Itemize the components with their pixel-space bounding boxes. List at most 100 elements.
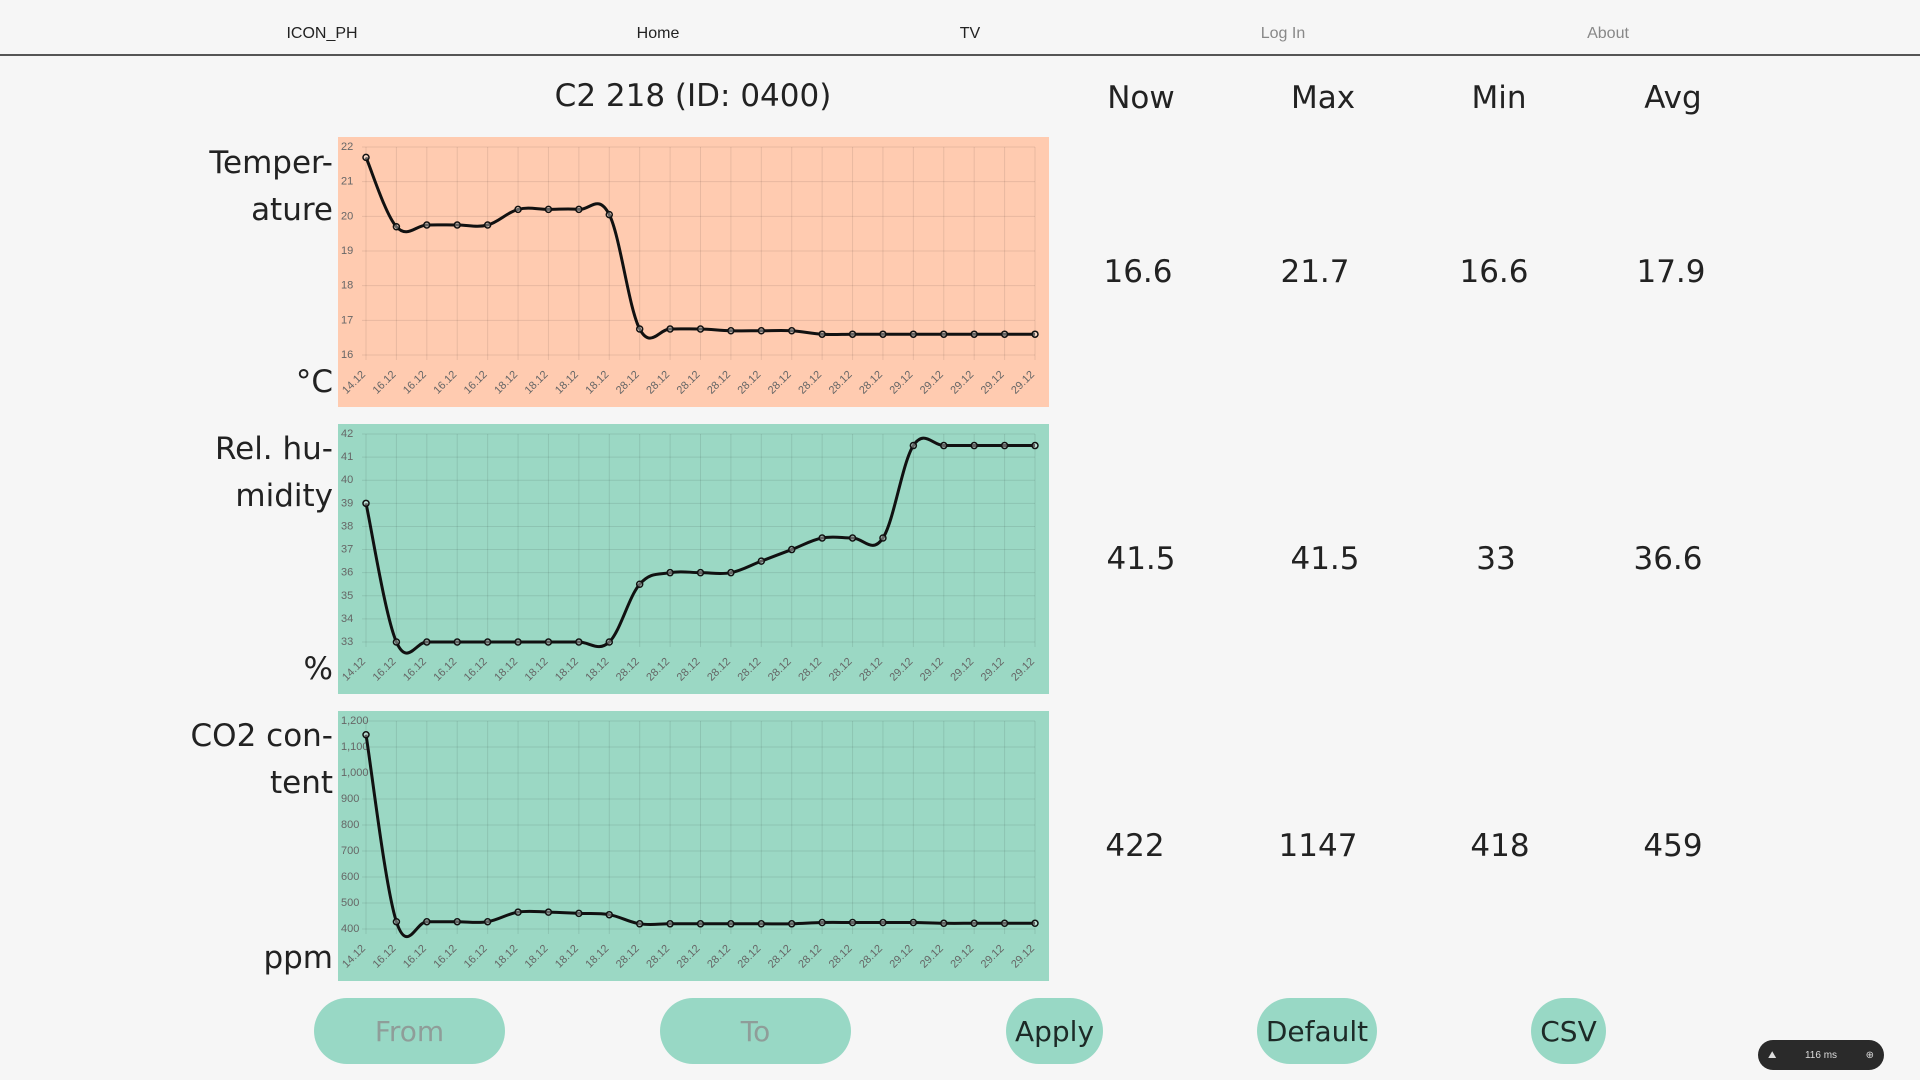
- co2-data-point: [514, 908, 522, 916]
- humidity-data-point: [696, 568, 705, 577]
- csv-button[interactable]: CSV: [1531, 998, 1606, 1064]
- temperature-data-point: [909, 330, 918, 338]
- temperature-data-point: [635, 325, 644, 333]
- humidity-data-point: [727, 568, 735, 577]
- default-button[interactable]: Default: [1257, 998, 1377, 1064]
- humidity-data-point: [423, 638, 431, 646]
- temperature-ytick-label: 21: [341, 176, 353, 188]
- humidity-data-point: [1000, 441, 1009, 450]
- humidity-ytick-label: 40: [341, 474, 353, 486]
- humidity-ytick-label: 35: [341, 590, 353, 602]
- co2-data-point: [879, 918, 887, 927]
- humidity-data-point: [940, 441, 948, 450]
- co2-ytick-label: 700: [341, 845, 359, 857]
- co2-data-point: [848, 918, 857, 927]
- nav-brand[interactable]: ICON_PH: [286, 25, 357, 43]
- temperature-data-point: [362, 153, 370, 162]
- humidity-ytick-label: 39: [341, 497, 353, 509]
- co2-data-point: [423, 917, 431, 926]
- top-nav: ICON_PH Home TV Log In About: [0, 0, 1920, 56]
- from-button[interactable]: From: [314, 998, 505, 1064]
- page-title: C2 218 (ID: 0400): [554, 78, 832, 114]
- temperature-data-point: [879, 330, 887, 338]
- temperature-data-point: [544, 205, 553, 214]
- col-min: Min: [1471, 80, 1527, 116]
- temperature-unit: °C: [295, 364, 333, 400]
- temperature-data-point: [575, 205, 583, 214]
- temperature-plot-bg: [338, 137, 1049, 407]
- humidity-plot-bg: [338, 424, 1049, 694]
- to-button[interactable]: To: [660, 998, 851, 1064]
- nav-tv[interactable]: TV: [960, 25, 980, 43]
- perf-readout: 116 ms: [1804, 1049, 1838, 1061]
- co2-max: 1147: [1278, 828, 1358, 864]
- temperature-data-point: [605, 210, 614, 219]
- temperature-data-point: [940, 330, 948, 338]
- temperature-data-point: [1000, 330, 1009, 338]
- co2-unit: ppm: [263, 940, 333, 976]
- temperature-data-point: [970, 330, 978, 338]
- perf-widget[interactable]: ⛰ 116 ms ⊕: [1758, 1040, 1884, 1070]
- humidity-now: 41.5: [1106, 541, 1176, 577]
- humidity-data-point: [362, 499, 370, 508]
- co2-data-point: [483, 917, 492, 926]
- co2-ytick-label: 500: [341, 897, 359, 909]
- humidity-data-point: [544, 638, 553, 646]
- humidity-ytick-label: 36: [341, 567, 353, 579]
- humidity-max: 41.5: [1290, 541, 1360, 577]
- logo-icon: ⛰: [1768, 1049, 1777, 1061]
- temperature-chart-svg: 1617181920212214.12 16.12 16.12 16.12 16.12 1…: [338, 137, 1049, 407]
- humidity-data-point: [848, 534, 857, 542]
- co2-plot-bg: [338, 711, 1049, 981]
- humidity-data-point: [818, 534, 826, 542]
- humidity-data-point: [514, 638, 522, 646]
- humidity-ytick-label: 41: [341, 451, 353, 463]
- humidity-chart-svg: 3334353637383940414214.12 16.12 16.12 16.12…: [338, 424, 1049, 694]
- co2-min: 418: [1470, 828, 1530, 864]
- temperature-data-point: [392, 222, 401, 231]
- humidity-data-point: [635, 580, 644, 588]
- col-max: Max: [1290, 80, 1356, 116]
- nav-about[interactable]: About: [1587, 25, 1629, 43]
- co2-chart-svg: 4005006007008009001,0001,1001,20014.12 16…: [338, 711, 1049, 981]
- apply-button[interactable]: Apply: [1006, 998, 1103, 1064]
- temperature-data-point: [423, 221, 431, 229]
- humidity-data-point: [970, 441, 978, 450]
- nav-home[interactable]: Home: [637, 25, 680, 43]
- temperature-ytick-label: 19: [341, 245, 353, 257]
- humidity-data-point: [666, 568, 674, 577]
- temperature-data-point: [818, 330, 826, 338]
- co2-avg: 459: [1643, 828, 1703, 864]
- co2-ytick-label: 900: [341, 793, 359, 805]
- col-avg: Avg: [1644, 80, 1702, 116]
- co2-data-point: [818, 918, 826, 927]
- humidity-data-point: [757, 557, 766, 565]
- temperature-data-point: [787, 326, 796, 335]
- humidity-label: Rel. hu-midity: [214, 431, 333, 514]
- co2-data-point: [1000, 919, 1009, 928]
- humidity-data-point: [575, 638, 583, 646]
- humidity-data-point: [909, 441, 918, 450]
- co2-data-point: [392, 917, 401, 926]
- co2-data-point: [970, 919, 978, 928]
- co2-ytick-label: 400: [341, 923, 359, 935]
- humidity-unit: %: [303, 651, 333, 687]
- nav-login[interactable]: Log In: [1261, 25, 1305, 43]
- co2-data-point: [727, 920, 735, 928]
- temperature-chart: 16 17 18 19 20 21 22 14.12 16.12 16.12 16.12 16.12 1…: [338, 137, 1049, 407]
- co2-data-point: [696, 920, 705, 928]
- humidity-ytick-label: 38: [341, 520, 353, 532]
- temperature-avg: 17.9: [1636, 254, 1706, 290]
- co2-chart: 400 500 600 700 800 900 1,000 1,100 1,200 14.12 16…: [338, 711, 1049, 981]
- co2-data-point: [575, 909, 583, 918]
- co2-ytick-label: 600: [341, 871, 359, 883]
- temperature-data-point: [696, 325, 705, 333]
- temperature-data-point: [666, 325, 674, 333]
- co2-ytick-label: 1,100: [341, 741, 369, 753]
- co2-data-point: [940, 919, 948, 928]
- humidity-data-point: [787, 545, 796, 554]
- temperature-label: Temper-ature: [209, 145, 333, 228]
- temperature-data-point: [453, 221, 461, 229]
- co2-label: CO2 con-tent: [190, 718, 333, 801]
- co2-data-point: [362, 731, 370, 739]
